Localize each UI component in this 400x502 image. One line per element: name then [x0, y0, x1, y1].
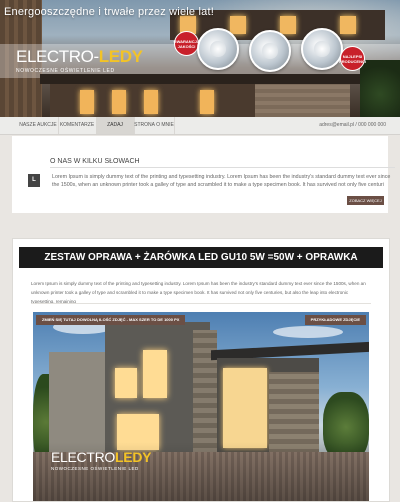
photo-logo-accent: LEDY	[115, 449, 152, 465]
product-divider	[31, 303, 371, 304]
warranty-badge: GWARANCJA JAKOŚCI	[173, 31, 200, 56]
hero-window	[340, 16, 356, 34]
hero-window	[144, 90, 158, 114]
led-bulb-image	[197, 28, 239, 70]
photo-logo-tagline: NOWOCZESNE OŚWIETLENIE LED	[51, 466, 139, 471]
led-bulb-image	[249, 30, 291, 72]
best-producers-badge-label: NAJLEPSI PRODUCENCI	[339, 53, 366, 64]
hero-window	[230, 16, 246, 34]
nav-item-about-me[interactable]: STRONA O MNIE	[134, 117, 175, 134]
nav-item-ask-question[interactable]: ZADAJ PYTANIE	[96, 117, 135, 145]
best-producers-badge: NAJLEPSI PRODUCENCI	[339, 46, 366, 71]
main-nav: NASZE AUKCJE KOMENTARZE ZADAJ PYTANIE ST…	[0, 117, 400, 145]
hero-banner: Energooszczędne i trwałe przez wiele lat…	[0, 0, 400, 117]
hero-window	[112, 90, 126, 114]
led-bulb-image	[301, 28, 343, 70]
hero-window	[280, 16, 296, 34]
nav-item-auctions[interactable]: NASZE AUKCJE	[18, 117, 59, 134]
photo-cloud	[273, 326, 343, 338]
photo-window	[143, 350, 167, 398]
about-divider	[50, 167, 395, 168]
logo-tagline: NOWOCZESNE OŚWIETLENIE LED	[16, 68, 115, 74]
hero-stone-wall	[255, 84, 350, 117]
nav-item-label: KOMENTARZE	[59, 122, 95, 128]
about-section: O NAS W KILKU SŁOWACH L Lorem Ipsum is s…	[12, 136, 395, 213]
hero-window	[200, 90, 214, 114]
see-more-button[interactable]: ZOBACZ WIĘCEJ	[347, 196, 384, 205]
hero-headline: Energooszczędne i trwałe przez wiele lat…	[4, 6, 214, 18]
logo-main: ELECTRO-	[16, 47, 99, 66]
about-title: O NAS W KILKU SŁOWACH	[50, 158, 140, 165]
photo-logo-main: ELECTRO	[51, 449, 116, 465]
nav-contact: adres@email.pl / 000 000 000	[319, 122, 386, 128]
product-card: ZESTAW OPRAWA + ŻARÓWKA LED GU10 5W =50W…	[12, 238, 390, 502]
product-title: ZESTAW OPRAWA + ŻARÓWKA LED GU10 5W =50W…	[19, 247, 383, 268]
site-logo[interactable]: ELECTRO-LEDY NOWOCZESNE OŚWIETLENIE LED	[16, 47, 143, 74]
product-description: Lorem Ipsum is simply dummy text of the …	[31, 281, 366, 304]
photo-tag-upload-info: ZMIEŃ SIĘ TUTAJ DOWOLNĄ ILOŚĆ ZDJĘĆ - MA…	[36, 315, 186, 325]
hero-window	[80, 90, 94, 114]
warranty-badge-label: GWARANCJA JAKOŚCI	[173, 38, 200, 49]
photo-window	[223, 368, 267, 448]
logo-accent: LEDY	[98, 47, 143, 66]
product-photo[interactable]: ZMIEŃ SIĘ TUTAJ DOWOLNĄ ILOŚĆ ZDJĘĆ - MA…	[33, 312, 369, 501]
photo-logo: ELECTROLEDY NOWOCZESNE OŚWIETLENIE LED	[51, 449, 151, 471]
photo-window	[115, 368, 137, 398]
nav-item-comments[interactable]: KOMENTARZE	[58, 117, 97, 134]
nav-item-label: STRONA O MNIE	[134, 122, 174, 128]
hero-roof	[40, 74, 400, 84]
about-text: Lorem Ipsum is simply dummy text of the …	[52, 174, 391, 188]
nav-item-label: NASZE AUKCJE	[19, 122, 57, 128]
photo-tag-example: PRZYKŁADOWE ZDJĘCIE	[304, 315, 366, 325]
hero-tree	[360, 60, 400, 117]
about-letter-icon: L	[28, 174, 40, 187]
